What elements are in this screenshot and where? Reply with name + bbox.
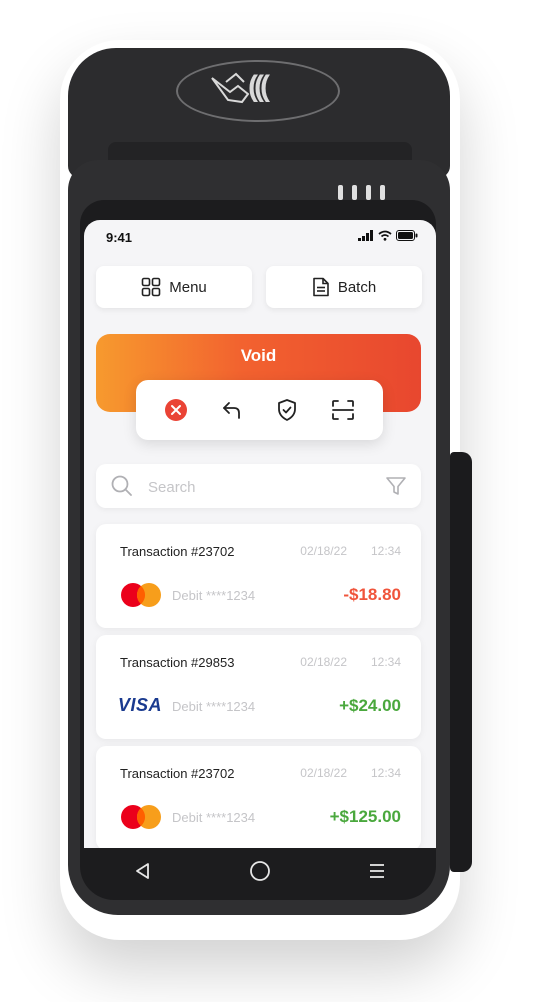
back-icon bbox=[135, 863, 149, 879]
cancel-button[interactable] bbox=[160, 394, 192, 426]
transaction-card-text: Debit ****1234 bbox=[172, 699, 256, 714]
filter-icon[interactable] bbox=[385, 475, 407, 497]
signal-icon bbox=[358, 230, 373, 241]
back-button[interactable] bbox=[123, 851, 163, 891]
battery-icon bbox=[396, 230, 418, 241]
home-button[interactable] bbox=[240, 851, 280, 891]
status-bar: 9:41 bbox=[84, 220, 436, 254]
visa-logo: VISA bbox=[118, 695, 163, 715]
undo-button[interactable] bbox=[216, 394, 248, 426]
scan-icon bbox=[332, 400, 355, 420]
mastercard-logo-icon bbox=[121, 805, 161, 829]
grid-icon bbox=[141, 277, 161, 297]
cancel-icon bbox=[164, 399, 187, 421]
batch-button-label: Batch bbox=[337, 278, 377, 296]
transaction-time: 12:34 bbox=[370, 766, 401, 780]
void-title: Void bbox=[240, 346, 277, 365]
top-button-row: Menu Batch bbox=[96, 266, 422, 308]
batch-button[interactable]: Batch bbox=[266, 266, 422, 308]
status-led-indicator bbox=[338, 185, 385, 200]
menu-button[interactable]: Menu bbox=[96, 266, 252, 308]
app-screen: 9:41 Menu Batch Void Search Transaction … bbox=[84, 220, 436, 848]
transaction-card[interactable]: Transaction #29853 02/18/22 12:34 VISA D… bbox=[96, 635, 421, 739]
recents-icon bbox=[370, 864, 385, 878]
status-icons bbox=[358, 230, 418, 241]
android-nav-bar bbox=[84, 848, 436, 894]
card-swipe-slot bbox=[450, 452, 472, 872]
transaction-time: 12:34 bbox=[370, 655, 401, 669]
transaction-amount: +$125.00 bbox=[329, 807, 401, 826]
transaction-amount: -$18.80 bbox=[343, 585, 401, 604]
transaction-title: Transaction #23702 bbox=[120, 544, 235, 559]
wifi-icon bbox=[378, 230, 392, 241]
search-input[interactable] bbox=[146, 472, 370, 502]
transaction-title: Transaction #29853 bbox=[120, 655, 235, 670]
search-icon bbox=[111, 475, 132, 496]
transaction-date: 02/18/22 bbox=[300, 766, 347, 780]
transaction-card-text: Debit ****1234 bbox=[172, 810, 256, 825]
mastercard-logo-icon bbox=[121, 583, 161, 607]
shield-check-icon bbox=[278, 399, 297, 421]
transaction-amount: +$24.00 bbox=[339, 696, 401, 715]
void-action-bar bbox=[136, 380, 383, 440]
transaction-title: Transaction #23702 bbox=[120, 766, 235, 781]
transaction-time: 12:34 bbox=[370, 544, 401, 558]
transaction-card[interactable]: Transaction #23702 02/18/22 12:34 Debit … bbox=[96, 746, 421, 848]
transaction-date: 02/18/22 bbox=[300, 655, 347, 669]
recents-button[interactable] bbox=[357, 851, 397, 891]
contactless-waves-icon: ((( bbox=[248, 70, 270, 103]
transaction-card-text: Debit ****1234 bbox=[172, 588, 256, 603]
undo-icon bbox=[222, 402, 240, 419]
transaction-date: 02/18/22 bbox=[300, 544, 347, 558]
secure-button[interactable] bbox=[271, 394, 303, 426]
menu-button-label: Menu bbox=[169, 278, 207, 296]
status-time: 9:41 bbox=[106, 230, 133, 245]
home-icon bbox=[250, 861, 270, 881]
document-icon bbox=[313, 277, 329, 297]
scan-button[interactable] bbox=[327, 394, 359, 426]
transaction-card[interactable]: Transaction #23702 02/18/22 12:34 Debit … bbox=[96, 524, 421, 628]
search-bar bbox=[96, 464, 421, 508]
